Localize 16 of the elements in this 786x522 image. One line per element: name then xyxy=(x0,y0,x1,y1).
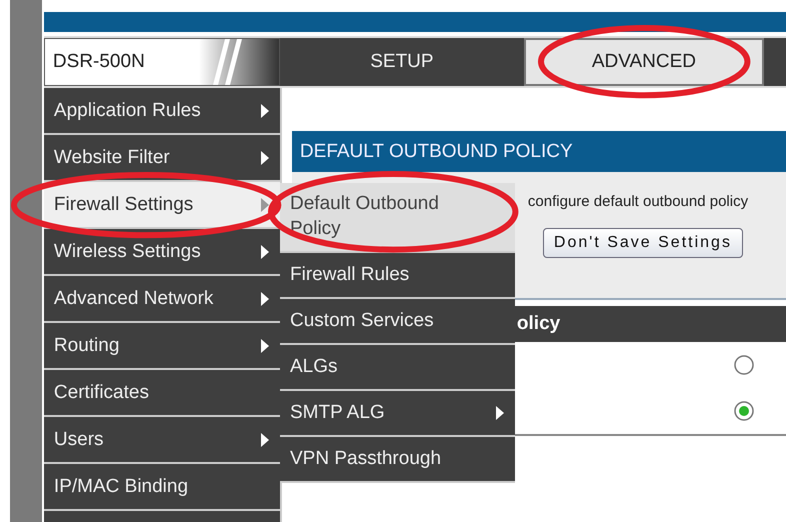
arrow-icon xyxy=(260,102,270,118)
sidebar-item[interactable]: Firewall Settings xyxy=(44,182,280,229)
arrow-icon xyxy=(260,338,270,354)
description-text: configure default outbound policy xyxy=(528,193,750,210)
radio-button[interactable] xyxy=(734,401,754,421)
arrow-icon xyxy=(260,196,270,212)
brand-name: DSR-500N xyxy=(52,51,145,73)
arrow-icon xyxy=(260,290,270,306)
radio-button[interactable] xyxy=(734,355,754,375)
arrow-icon xyxy=(495,405,505,421)
nav-tab[interactable]: ADVANCED xyxy=(524,38,764,86)
dont-save-button[interactable]: Don't Save Settings xyxy=(542,228,743,258)
arrow-icon xyxy=(260,244,270,260)
arrow-icon xyxy=(260,432,270,448)
arrow-icon xyxy=(260,150,270,166)
panel-header: DEFAULT OUTBOUND POLICY xyxy=(292,131,786,172)
